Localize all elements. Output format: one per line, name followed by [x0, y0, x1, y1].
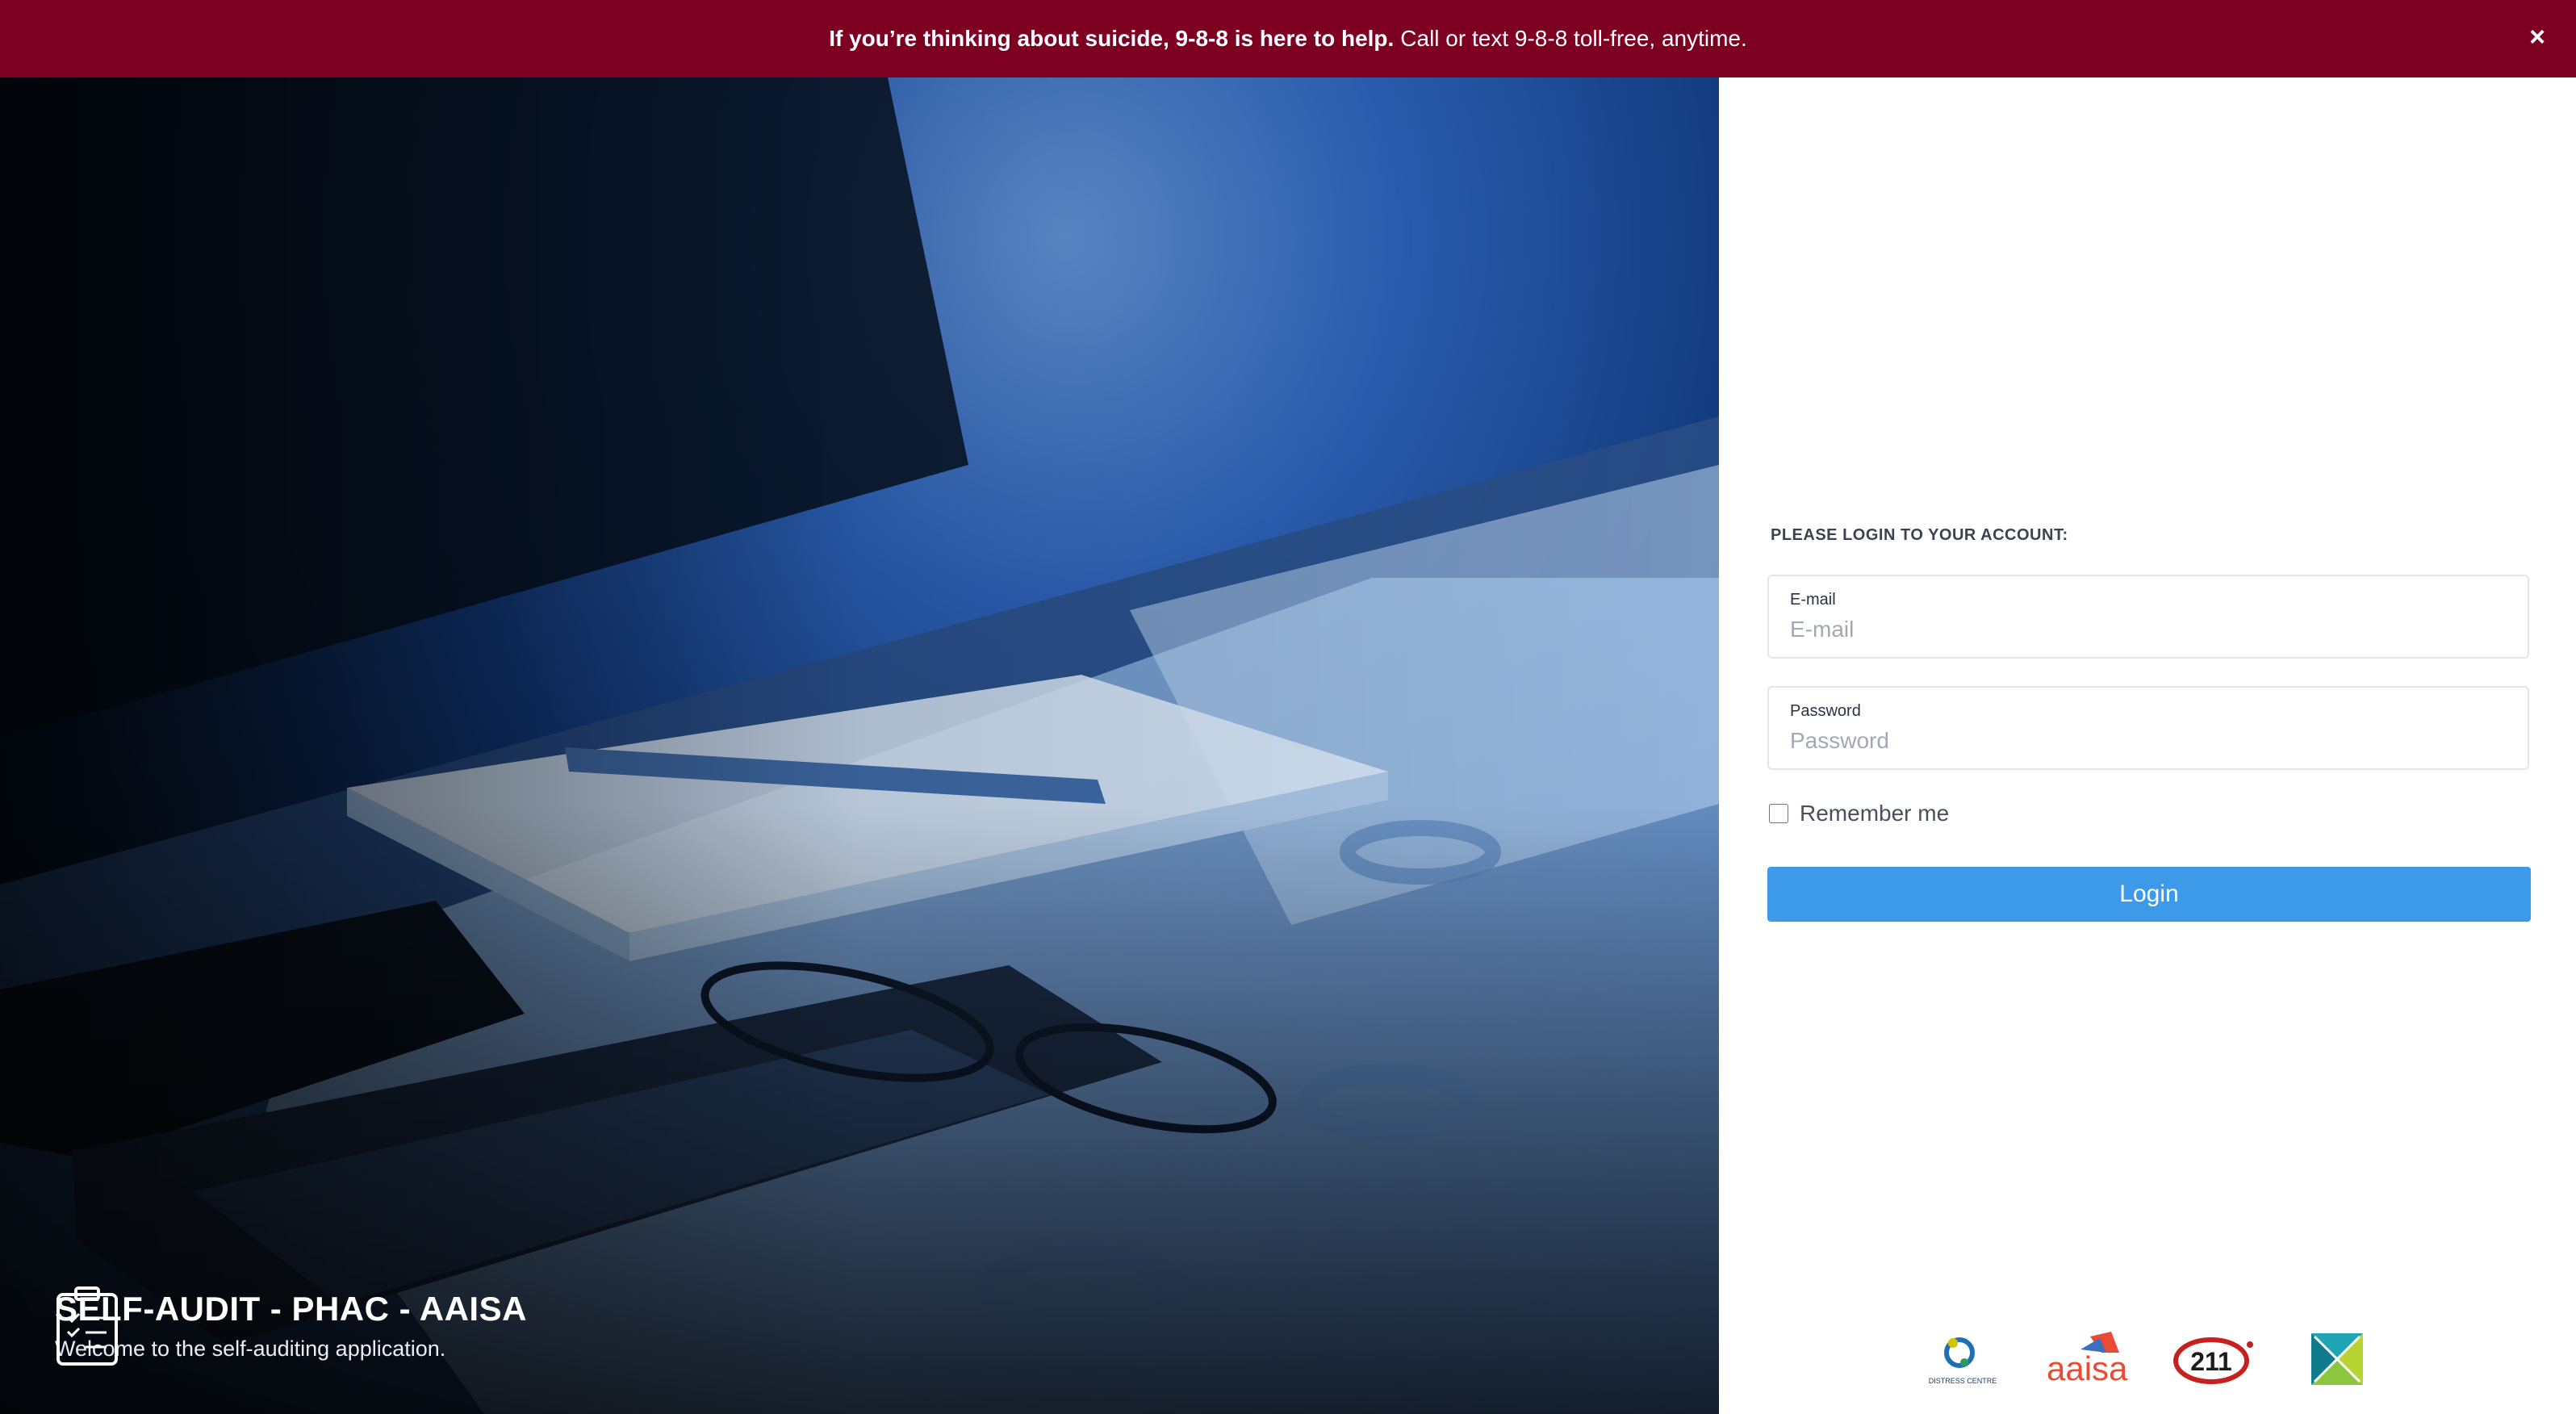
- password-field[interactable]: Password: [1767, 686, 2529, 770]
- banner-close-icon[interactable]: ×: [2521, 21, 2553, 53]
- two11-logo: 211: [2173, 1337, 2253, 1384]
- remember-me-label: Remember me: [1800, 801, 1950, 826]
- app-subtitle: Welcome to the self-auditing application…: [55, 1337, 446, 1361]
- crisis-banner: If you’re thinking about suicide, 9-8-8 …: [0, 0, 2576, 77]
- distress-centre-text: DISTRESS CENTRE: [1929, 1377, 1997, 1385]
- x-partner-logo: [2311, 1333, 2363, 1385]
- remember-me[interactable]: Remember me: [1769, 801, 1949, 826]
- aaisa-logo: aaisa: [2047, 1332, 2128, 1387]
- hero-caption: SELF-AUDIT - PHAC - AAISA Welcome to the…: [55, 1285, 527, 1382]
- email-input[interactable]: [1790, 617, 2500, 642]
- login-heading: PLEASE LOGIN TO YOUR ACCOUNT:: [1771, 526, 2068, 544]
- email-field[interactable]: E-mail: [1767, 575, 2529, 659]
- distress-centre-logo: DISTRESS CENTRE: [1929, 1337, 1997, 1385]
- password-label: Password: [1790, 702, 1861, 720]
- login-button[interactable]: Login: [1767, 867, 2531, 922]
- password-input[interactable]: [1790, 728, 2500, 754]
- app-title: SELF-AUDIT - PHAC - AAISA: [55, 1290, 527, 1328]
- two11-text: 211: [2190, 1347, 2232, 1376]
- banner-bold-text: If you’re thinking about suicide, 9-8-8 …: [829, 26, 1395, 51]
- login-panel: PLEASE LOGIN TO YOUR ACCOUNT: E-mail Pas…: [1719, 77, 2576, 1414]
- aaisa-text: aaisa: [2047, 1349, 2128, 1387]
- hero-text: SELF-AUDIT - PHAC - AAISA Welcome to the…: [55, 1285, 527, 1362]
- hero-image: SELF-AUDIT - PHAC - AAISA Welcome to the…: [0, 77, 1719, 1414]
- remember-me-checkbox[interactable]: [1769, 804, 1788, 823]
- desk-illustration: [0, 77, 1719, 1414]
- banner-text: Call or text 9-8-8 toll-free, anytime.: [1400, 26, 1747, 51]
- clipboard-checklist-icon: [56, 1286, 118, 1366]
- partner-logos: DISTRESS CENTRE aaisa 211: [1929, 1330, 2413, 1395]
- email-label: E-mail: [1790, 591, 1836, 609]
